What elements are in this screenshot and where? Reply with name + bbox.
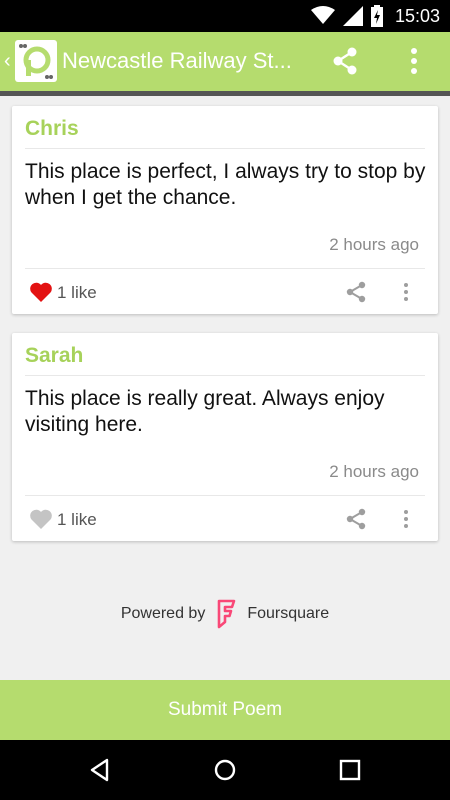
heart-icon[interactable]	[29, 281, 53, 303]
wifi-icon	[310, 6, 335, 24]
share-icon[interactable]	[329, 45, 361, 77]
app-bar: ‹ Newcastle Railway St...	[0, 32, 450, 91]
app-bar-divider	[0, 91, 450, 96]
back-chevron-icon[interactable]: ‹	[4, 51, 11, 71]
overflow-menu-icon[interactable]	[398, 508, 414, 530]
nav-home-icon[interactable]	[211, 756, 239, 784]
divider	[25, 495, 425, 496]
signal-icon	[342, 6, 363, 26]
divider	[25, 148, 425, 149]
review-time: 2 hours ago	[329, 462, 419, 481]
review-text: This place is perfect, I always try to s…	[25, 160, 426, 209]
overflow-menu-icon[interactable]	[402, 45, 426, 77]
status-icons: 15:03	[310, 4, 440, 28]
review-text: This place is really great. Always enjoy…	[25, 387, 385, 436]
share-icon[interactable]	[345, 508, 367, 530]
share-icon[interactable]	[345, 281, 367, 303]
heart-icon[interactable]	[29, 508, 53, 530]
overflow-menu-icon[interactable]	[398, 281, 414, 303]
submit-poem-button[interactable]: Submit Poem	[0, 680, 450, 740]
like-count: 1 like	[57, 283, 97, 302]
nav-back-icon[interactable]	[86, 756, 114, 784]
review-author: Sarah	[25, 344, 84, 367]
review-time: 2 hours ago	[329, 235, 419, 254]
foursquare-label: Foursquare	[247, 605, 330, 622]
app-logo-icon[interactable]	[15, 40, 57, 82]
status-bar: 15:03	[0, 0, 450, 32]
powered-by-label: Powered by	[120, 605, 206, 622]
review-author: Chris	[25, 117, 79, 140]
review-card: Sarah This place is really great. Always…	[12, 333, 438, 541]
powered-by-foursquare[interactable]: Powered by Foursquare	[0, 597, 450, 631]
navigation-bar	[0, 740, 450, 800]
status-time: 15:03	[394, 5, 440, 26]
divider	[25, 375, 425, 376]
foursquare-logo-icon	[218, 599, 236, 629]
review-card: Chris This place is perfect, I always tr…	[12, 106, 438, 314]
nav-recent-icon[interactable]	[336, 756, 364, 784]
page-title: Newcastle Railway St...	[62, 48, 292, 73]
battery-icon	[370, 5, 383, 27]
like-count: 1 like	[57, 510, 97, 529]
divider	[25, 268, 425, 269]
